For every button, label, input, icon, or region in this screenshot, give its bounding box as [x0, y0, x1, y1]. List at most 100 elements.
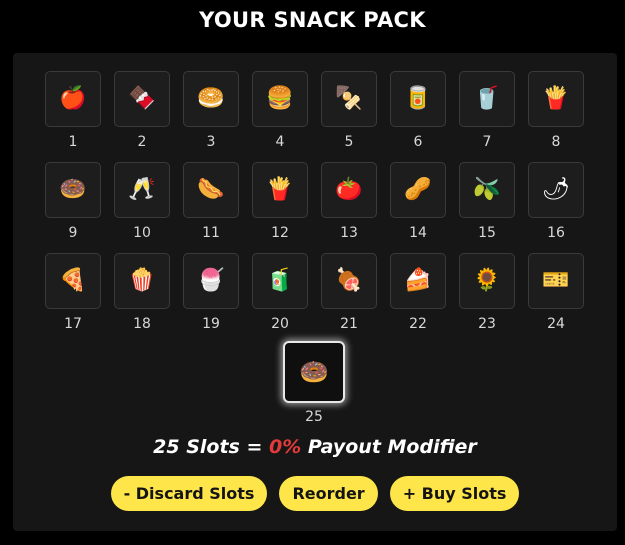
slot-number: 19: [202, 316, 220, 332]
slot-cell-3[interactable]: 🥯 3: [183, 71, 239, 162]
slot-cell-12[interactable]: 🍟 12: [252, 162, 308, 253]
slot-cell-7[interactable]: 🥤 7: [459, 71, 515, 162]
slot-cell-15[interactable]: 🫒 15: [459, 162, 515, 253]
slot-number: 25: [305, 409, 323, 425]
fries-box-icon: 🍟: [542, 86, 570, 111]
slot-cell-25[interactable]: 🍩 25: [283, 341, 345, 431]
payout-modifier-text: 25 Slots = 0% Payout Modifier: [13, 436, 617, 458]
slot-number: 10: [133, 225, 151, 241]
modifier-percent: 0%: [269, 436, 302, 458]
slot-number: 4: [275, 134, 285, 150]
slot-number: 20: [271, 316, 289, 332]
candy-bar-icon: 🍫: [128, 86, 156, 111]
slot-number: 17: [64, 316, 82, 332]
slot-cell-8[interactable]: 🍟 8: [528, 71, 584, 162]
slot-cell-4[interactable]: 🍔 4: [252, 71, 308, 162]
slot-box[interactable]: 🍅: [321, 162, 377, 218]
slot-box[interactable]: 🍰: [390, 253, 446, 309]
slot-cell-19[interactable]: 🍧 19: [183, 253, 239, 344]
slot-box[interactable]: 🥤: [459, 71, 515, 127]
slot-box[interactable]: 🥯: [183, 71, 239, 127]
slot-cell-23[interactable]: 🌻 23: [459, 253, 515, 344]
slot-number: 1: [68, 134, 78, 150]
slot-cell-11[interactable]: 🌭 11: [183, 162, 239, 253]
slot-box[interactable]: 🍿: [114, 253, 170, 309]
fries-icon: 🍟: [266, 177, 294, 202]
buy-slots-button[interactable]: + Buy Slots: [389, 476, 520, 511]
slot-number: 11: [202, 225, 220, 241]
slot-cell-14[interactable]: 🥜 14: [390, 162, 446, 253]
slot-cell-9[interactable]: 🍩 9: [45, 162, 101, 253]
slot-cell-10[interactable]: 🥂 10: [114, 162, 170, 253]
slot-box[interactable]: 🎫: [528, 253, 584, 309]
slot-box[interactable]: 🌭: [183, 162, 239, 218]
action-buttons: - Discard Slots Reorder + Buy Slots: [13, 476, 617, 511]
slot-box[interactable]: 🍔: [252, 71, 308, 127]
slot-box[interactable]: 🍟: [252, 162, 308, 218]
slot-number: 14: [409, 225, 427, 241]
meat-icon: 🍖: [335, 268, 363, 293]
slot-cell-18[interactable]: 🍿 18: [114, 253, 170, 344]
slot-cell-2[interactable]: 🍫 2: [114, 71, 170, 162]
peanut-icon: 🥜: [404, 177, 432, 202]
slot-box[interactable]: 🥂: [114, 162, 170, 218]
slot-grid: 🍎 1 🍫 2 🥯 3 🍔 4 🍢 5 🥫 6 🥤 7 🍟 8 🍩 9 🥂 10 🌭 11 🍟 12 🍅 13 🥜 14 🫒 15 🌶 16 🍕…: [45, 71, 584, 344]
slot-box[interactable]: 🫒: [459, 162, 515, 218]
slot-cell-20[interactable]: 🧃 20: [252, 253, 308, 344]
slot-cell-6[interactable]: 🥫 6: [390, 71, 446, 162]
snack-pack-panel: 🍎 1 🍫 2 🥯 3 🍔 4 🍢 5 🥫 6 🥤 7 🍟 8 🍩 9 🥂 10 🌭 11 🍟 12 🍅 13 🥜 14 🫒 15 🌶 16 🍕…: [13, 53, 617, 531]
skewer-icon: 🍢: [335, 86, 363, 111]
slot-number: 18: [133, 316, 151, 332]
slot-number: 5: [344, 134, 354, 150]
red-candy-fish-icon: 🌶: [542, 177, 570, 202]
slot-number: 23: [478, 316, 496, 332]
slot-cell-17[interactable]: 🍕 17: [45, 253, 101, 344]
jar-icon: 🧃: [266, 268, 294, 293]
slot-number: 6: [413, 134, 423, 150]
slot-box[interactable]: 🍖: [321, 253, 377, 309]
slot-box[interactable]: 🍧: [183, 253, 239, 309]
slot-selected[interactable]: 🍩: [283, 341, 345, 403]
slot-cell-16[interactable]: 🌶 16: [528, 162, 584, 253]
slot-cell-13[interactable]: 🍅 13: [321, 162, 377, 253]
slot-box[interactable]: 🌻: [459, 253, 515, 309]
slot-cell-24[interactable]: 🎫 24: [528, 253, 584, 344]
slot-box[interactable]: 🍫: [114, 71, 170, 127]
slot-box[interactable]: 🥜: [390, 162, 446, 218]
slot-number: 12: [271, 225, 289, 241]
tomato-icon: 🍅: [335, 177, 363, 202]
slot-number: 7: [482, 134, 492, 150]
popcorn-icon: 🍿: [128, 268, 156, 293]
slot-number: 13: [340, 225, 358, 241]
slot-number: 21: [340, 316, 358, 332]
reorder-button[interactable]: Reorder: [279, 476, 378, 511]
slot-box[interactable]: 🧃: [252, 253, 308, 309]
slot-number: 22: [409, 316, 427, 332]
slot-box[interactable]: 🍢: [321, 71, 377, 127]
slot-box[interactable]: 🌶: [528, 162, 584, 218]
cake-slice-icon: 🍰: [404, 268, 432, 293]
cup-icon: 🥤: [473, 86, 501, 111]
slot-cell-1[interactable]: 🍎 1: [45, 71, 101, 162]
slot-box[interactable]: 🍟: [528, 71, 584, 127]
slot-cell-21[interactable]: 🍖 21: [321, 253, 377, 344]
apple-icon: 🍎: [59, 86, 87, 111]
discard-slots-button[interactable]: - Discard Slots: [110, 476, 268, 511]
slot-box[interactable]: 🍕: [45, 253, 101, 309]
slot-number: 3: [206, 134, 216, 150]
dark-donut-icon: 🍩: [299, 358, 329, 386]
slot-number: 9: [68, 225, 78, 241]
hot-dog-icon: 🌭: [197, 177, 225, 202]
slot-box[interactable]: 🍎: [45, 71, 101, 127]
sunflower-seeds-icon: 🌻: [473, 268, 501, 293]
snack-bag-icon: 🥫: [404, 86, 432, 111]
slot-box[interactable]: 🍩: [45, 162, 101, 218]
pizza-slice-icon: 🍕: [59, 268, 87, 293]
slot-box[interactable]: 🥫: [390, 71, 446, 127]
green-olives-icon: 🫒: [473, 177, 501, 202]
slot-cell-5[interactable]: 🍢 5: [321, 71, 377, 162]
pink-donut-icon: 🍩: [59, 177, 87, 202]
slot-number: 16: [547, 225, 565, 241]
slot-number: 8: [551, 134, 561, 150]
slot-cell-22[interactable]: 🍰 22: [390, 253, 446, 344]
